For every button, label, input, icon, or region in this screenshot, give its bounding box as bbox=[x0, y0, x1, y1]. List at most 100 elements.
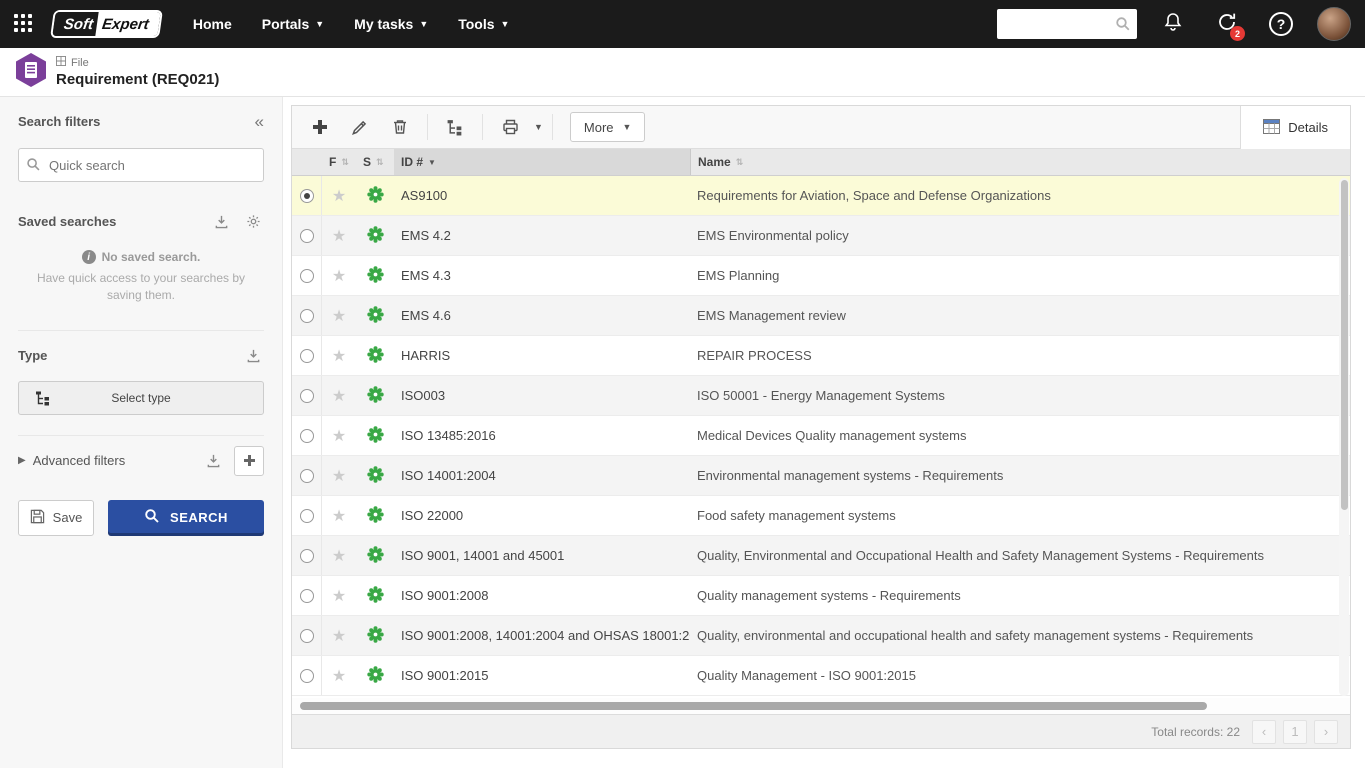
favorite-star-icon[interactable]: ★ bbox=[322, 536, 356, 575]
table-row[interactable]: ★ ISO003 ISO 50001 - Energy Management S… bbox=[292, 376, 1350, 416]
column-header-status[interactable]: S⇅ bbox=[356, 149, 394, 175]
table-row[interactable]: ★ ISO 9001, 14001 and 45001 Quality, Env… bbox=[292, 536, 1350, 576]
row-name: Environmental management systems - Requi… bbox=[690, 456, 1350, 495]
sort-icon: ⇅ bbox=[736, 157, 744, 168]
next-page-button[interactable]: › bbox=[1314, 720, 1338, 744]
column-header-name[interactable]: Name⇅ bbox=[690, 149, 1350, 175]
status-released-icon bbox=[367, 226, 384, 246]
help-button[interactable]: ? bbox=[1263, 6, 1299, 42]
row-id: EMS 4.3 bbox=[394, 256, 690, 295]
logo-expert-text: Expert bbox=[95, 12, 160, 36]
row-radio[interactable] bbox=[300, 389, 314, 403]
table-row[interactable]: ★ EMS 4.2 EMS Environmental policy bbox=[292, 216, 1350, 256]
row-radio[interactable] bbox=[300, 509, 314, 523]
user-avatar[interactable] bbox=[1317, 7, 1351, 41]
structure-view-button[interactable] bbox=[437, 110, 473, 144]
favorite-star-icon[interactable]: ★ bbox=[322, 456, 356, 495]
row-name: Requirements for Aviation, Space and Def… bbox=[690, 176, 1350, 215]
row-radio[interactable] bbox=[300, 309, 314, 323]
status-released-icon bbox=[367, 466, 384, 486]
previous-page-button[interactable]: ‹ bbox=[1252, 720, 1276, 744]
page-title: Requirement (REQ021) bbox=[56, 71, 219, 88]
apps-grid-icon[interactable] bbox=[14, 14, 34, 34]
table-row[interactable]: ★ ISO 22000 Food safety management syste… bbox=[292, 496, 1350, 536]
table-icon bbox=[1263, 119, 1280, 137]
gear-icon[interactable] bbox=[242, 210, 264, 232]
row-radio[interactable] bbox=[300, 229, 314, 243]
row-radio[interactable] bbox=[300, 589, 314, 603]
panel-footer: Total records: 22 ‹ 1 › bbox=[292, 714, 1350, 748]
print-dropdown-icon[interactable]: ▼ bbox=[534, 122, 543, 132]
table-row[interactable]: ★ ISO 13485:2016 Medical Devices Quality… bbox=[292, 416, 1350, 456]
favorite-star-icon[interactable]: ★ bbox=[322, 296, 356, 335]
row-id: ISO 9001:2008, 14001:2004 and OHSAS 1800… bbox=[394, 616, 690, 655]
no-saved-search-text: No saved search. bbox=[102, 250, 201, 264]
row-radio[interactable] bbox=[300, 549, 314, 563]
tab-details[interactable]: Details bbox=[1240, 106, 1350, 149]
select-type-button[interactable]: Select type bbox=[18, 381, 264, 415]
table-row[interactable]: ★ ISO 14001:2004 Environmental managemen… bbox=[292, 456, 1350, 496]
nav-tools[interactable]: Tools▼ bbox=[458, 16, 509, 32]
softexpert-logo[interactable]: Soft Expert bbox=[50, 10, 163, 38]
favorite-star-icon[interactable]: ★ bbox=[322, 496, 356, 535]
add-filter-button[interactable] bbox=[234, 446, 264, 476]
edit-button[interactable] bbox=[342, 110, 378, 144]
advanced-filters-toggle[interactable]: ▶ Advanced filters bbox=[18, 453, 202, 468]
table-row[interactable]: ★ AS9100 Requirements for Aviation, Spac… bbox=[292, 176, 1350, 216]
favorite-star-icon[interactable]: ★ bbox=[322, 336, 356, 375]
status-released-icon bbox=[367, 626, 384, 646]
row-radio[interactable] bbox=[300, 429, 314, 443]
favorite-star-icon[interactable]: ★ bbox=[322, 576, 356, 615]
table-row[interactable]: ★ EMS 4.6 EMS Management review bbox=[292, 296, 1350, 336]
horizontal-scrollbar-thumb[interactable] bbox=[300, 702, 1207, 710]
delete-button[interactable] bbox=[382, 110, 418, 144]
add-button[interactable] bbox=[302, 110, 338, 144]
favorite-star-icon[interactable]: ★ bbox=[322, 176, 356, 215]
chevron-down-icon: ▼ bbox=[501, 19, 510, 29]
status-released-icon bbox=[367, 586, 384, 606]
save-search-button[interactable]: Save bbox=[18, 500, 94, 536]
row-name: Food safety management systems bbox=[690, 496, 1350, 535]
search-button[interactable]: SEARCH bbox=[108, 500, 264, 536]
row-radio[interactable] bbox=[300, 469, 314, 483]
favorite-star-icon[interactable]: ★ bbox=[322, 376, 356, 415]
nav-portals[interactable]: Portals▼ bbox=[262, 16, 324, 32]
import-icon[interactable] bbox=[242, 345, 264, 367]
favorite-star-icon[interactable]: ★ bbox=[322, 416, 356, 455]
row-radio[interactable] bbox=[300, 269, 314, 283]
row-radio[interactable] bbox=[300, 669, 314, 683]
favorite-star-icon[interactable]: ★ bbox=[322, 656, 356, 695]
notifications-button[interactable] bbox=[1155, 6, 1191, 42]
column-header-id[interactable]: ID #▼ bbox=[394, 149, 690, 175]
row-name: EMS Management review bbox=[690, 296, 1350, 335]
quick-search-input[interactable] bbox=[18, 148, 264, 182]
pending-tasks-badge: 2 bbox=[1230, 26, 1245, 41]
collapse-sidebar-button[interactable]: « bbox=[255, 113, 264, 130]
sidebar-title: Search filters bbox=[18, 114, 255, 129]
row-radio[interactable] bbox=[300, 349, 314, 363]
pending-tasks-button[interactable]: 2 bbox=[1209, 6, 1245, 42]
table-row[interactable]: ★ ISO 9001:2015 Quality Management - ISO… bbox=[292, 656, 1350, 696]
nav-home[interactable]: Home bbox=[193, 16, 232, 32]
import-icon[interactable] bbox=[210, 210, 232, 232]
table-row[interactable]: ★ HARRIS REPAIR PROCESS bbox=[292, 336, 1350, 376]
table-row[interactable]: ★ ISO 9001:2008, 14001:2004 and OHSAS 18… bbox=[292, 616, 1350, 656]
row-radio[interactable] bbox=[300, 189, 314, 203]
vertical-scrollbar[interactable] bbox=[1339, 178, 1349, 696]
import-icon[interactable] bbox=[202, 450, 224, 472]
horizontal-scrollbar[interactable] bbox=[292, 698, 1350, 714]
vertical-scrollbar-thumb[interactable] bbox=[1341, 180, 1348, 510]
table-row[interactable]: ★ EMS 4.3 EMS Planning bbox=[292, 256, 1350, 296]
nav-my-tasks[interactable]: My tasks▼ bbox=[354, 16, 428, 32]
favorite-star-icon[interactable]: ★ bbox=[322, 256, 356, 295]
row-name: EMS Planning bbox=[690, 256, 1350, 295]
favorite-star-icon[interactable]: ★ bbox=[322, 216, 356, 255]
favorite-star-icon[interactable]: ★ bbox=[322, 616, 356, 655]
more-button[interactable]: More ▼ bbox=[570, 112, 646, 142]
print-button[interactable] bbox=[492, 110, 528, 144]
row-id: ISO 9001:2015 bbox=[394, 656, 690, 695]
row-name: Medical Devices Quality management syste… bbox=[690, 416, 1350, 455]
row-radio[interactable] bbox=[300, 629, 314, 643]
table-row[interactable]: ★ ISO 9001:2008 Quality management syste… bbox=[292, 576, 1350, 616]
column-header-favorite[interactable]: F⇅ bbox=[322, 149, 356, 175]
